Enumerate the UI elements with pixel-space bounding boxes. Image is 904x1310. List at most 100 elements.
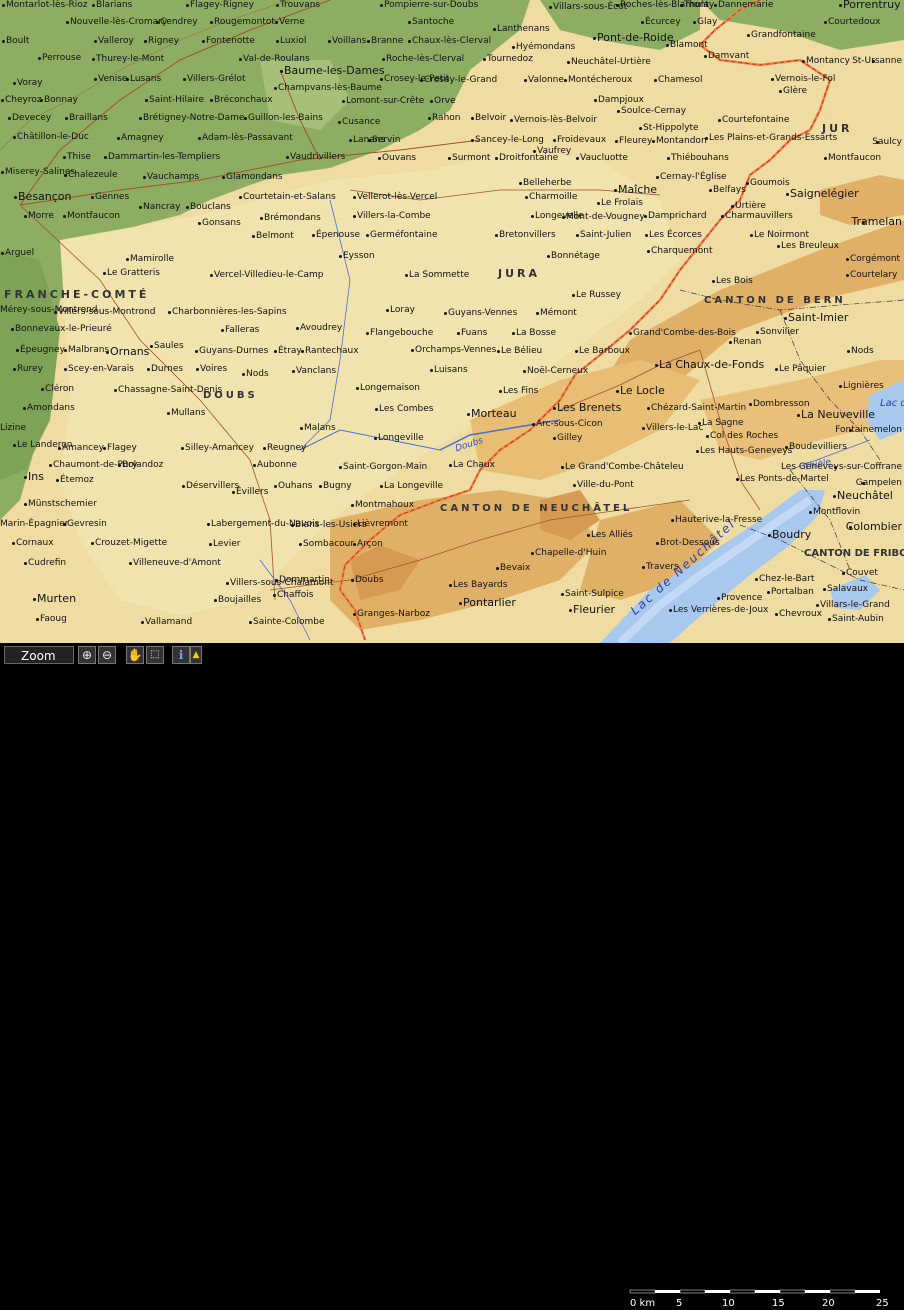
place-label: Dammartin-les-Templiers xyxy=(108,152,221,162)
place-dot xyxy=(823,588,826,591)
place-dot xyxy=(669,609,672,612)
place-label: Vaucluotte xyxy=(580,153,628,163)
zoom-out-icon[interactable]: ⊖ xyxy=(98,646,116,664)
place-label: Villers-sous-Montrond xyxy=(58,307,156,317)
place-label: La Chaux xyxy=(453,460,495,470)
place-dot xyxy=(226,582,229,585)
place-dot xyxy=(712,280,715,283)
place-dot xyxy=(784,317,787,320)
place-dot xyxy=(617,110,620,113)
place-label: Vaudrivillers xyxy=(290,152,346,162)
place-label: La Neuveville xyxy=(801,408,876,421)
place-dot xyxy=(198,222,201,225)
place-label: Courtedoux xyxy=(828,17,881,27)
place-label: Voires xyxy=(200,364,228,374)
place-dot xyxy=(94,40,97,43)
place-dot xyxy=(499,390,502,393)
place-dot xyxy=(195,350,198,353)
place-dot xyxy=(525,196,528,199)
place-dot xyxy=(232,491,235,494)
place-dot xyxy=(38,57,41,60)
place-label: Rantechaux xyxy=(305,346,359,356)
place-dot xyxy=(575,350,578,353)
place-label: Fleurier xyxy=(573,603,615,616)
place-dot xyxy=(785,446,788,449)
place-dot xyxy=(721,215,724,218)
place-dot xyxy=(1,171,4,174)
place-dot xyxy=(1,99,4,102)
place-label: Faoug xyxy=(40,614,67,624)
place-label: Courtetain-et-Salans xyxy=(243,192,336,202)
place-dot xyxy=(353,215,356,218)
place-dot xyxy=(564,79,567,82)
zoom-in-icon[interactable]: ⊕ xyxy=(78,646,96,664)
place-dot xyxy=(13,82,16,85)
place-dot xyxy=(512,46,515,49)
place-dot xyxy=(196,368,199,371)
place-dot xyxy=(593,37,596,40)
place-label: Aubonne xyxy=(257,460,298,470)
place-dot xyxy=(181,447,184,450)
place-label: La Longeville xyxy=(384,481,444,491)
select-box-icon[interactable]: ⬚ xyxy=(146,646,164,664)
place-label: Vernois-le-Fol xyxy=(775,74,836,84)
place-dot xyxy=(846,274,849,277)
place-label: Charbonnières-les-Sapins xyxy=(172,307,287,317)
place-label: Lusans xyxy=(130,74,162,84)
place-dot xyxy=(495,157,498,160)
place-dot xyxy=(274,350,277,353)
place-label: Épenouse xyxy=(316,230,361,240)
place-label: Vallamand xyxy=(145,617,193,627)
place-label: Doubs xyxy=(355,575,384,585)
place-dot xyxy=(420,79,423,82)
place-dot xyxy=(654,79,657,82)
place-label: Avoudrey xyxy=(300,323,343,333)
place-dot xyxy=(351,579,354,582)
map-canvas[interactable]: FRANCHE-COMTÉ JURA JUR DOUBS CANTON DE B… xyxy=(0,0,904,643)
place-label: Glamondans xyxy=(226,172,283,182)
place-label: Lignières xyxy=(843,381,884,391)
pan-hand-icon[interactable]: ✋ xyxy=(126,646,144,664)
place-label: Rurey xyxy=(17,364,43,374)
place-label: Crosey-le-Grand xyxy=(424,75,498,85)
place-dot xyxy=(536,312,539,315)
place-label: Urtière xyxy=(735,201,766,211)
place-dot xyxy=(139,117,142,120)
place-dot xyxy=(786,193,789,196)
place-label: Fontenotte xyxy=(206,36,255,46)
place-dot xyxy=(339,255,342,258)
place-dot xyxy=(117,137,120,140)
info-icon[interactable]: ℹ xyxy=(172,646,190,664)
place-dot xyxy=(671,519,674,522)
place-label: Les Brenets xyxy=(557,401,622,414)
place-label: Villers-le-Lac xyxy=(646,423,704,433)
place-label: Belmont xyxy=(256,231,294,241)
arrow-up-icon[interactable]: ▲ xyxy=(190,646,202,664)
place-label: Braillans xyxy=(69,113,108,123)
place-label: Les Plains-et-Grands-Essarts xyxy=(709,133,838,143)
place-dot xyxy=(706,435,709,438)
place-dot xyxy=(210,274,213,277)
place-dot xyxy=(448,157,451,160)
place-label: Damprichard xyxy=(648,211,707,221)
place-dot xyxy=(729,341,732,344)
place-dot xyxy=(36,618,39,621)
place-label: Saules xyxy=(154,341,184,351)
place-dot xyxy=(553,139,556,142)
place-dot xyxy=(709,189,712,192)
place-dot xyxy=(750,234,753,237)
place-label: Thulay xyxy=(684,0,715,10)
place-label: Belfays xyxy=(713,185,746,195)
place-label: Les Écorces xyxy=(649,230,702,240)
place-dot xyxy=(386,309,389,312)
place-dot xyxy=(274,87,277,90)
place-dot xyxy=(771,78,774,81)
place-label: Pontarlier xyxy=(463,596,516,609)
place-dot xyxy=(524,79,527,82)
place-label: Devecey xyxy=(12,113,52,123)
place-label: Verne xyxy=(279,17,305,27)
place-label: Châtillon-le-Duc xyxy=(17,132,89,142)
place-label: Vanclans xyxy=(296,366,337,376)
place-label: St-Hippolyte xyxy=(643,123,699,133)
place-dot xyxy=(186,4,189,7)
